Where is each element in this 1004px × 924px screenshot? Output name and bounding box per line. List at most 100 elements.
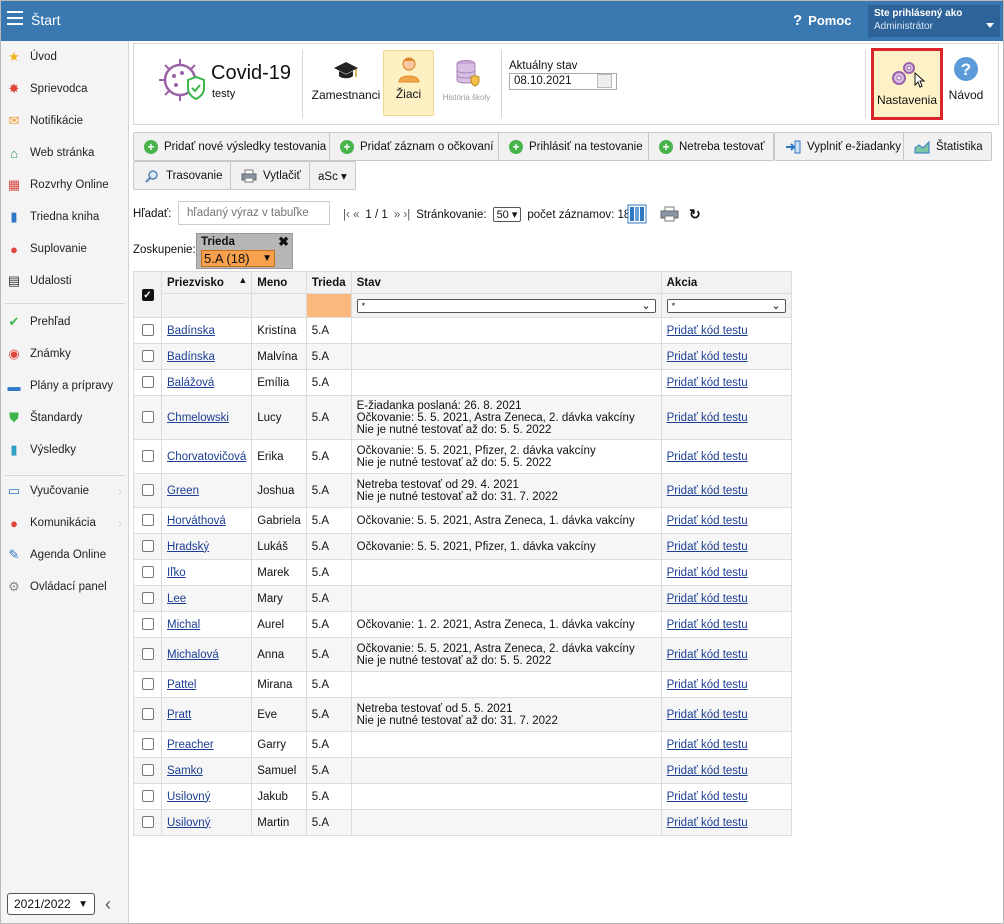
student-surname-link[interactable]: Badínska — [167, 325, 215, 337]
row-checkbox[interactable] — [141, 376, 154, 389]
sidebar-item-prehlad[interactable]: ✔ Prehľad — [1, 307, 128, 337]
add-test-code-link[interactable]: Pridať kód testu — [667, 649, 748, 661]
row-checkbox[interactable] — [141, 514, 154, 527]
add-test-code-link[interactable]: Pridať kód testu — [667, 351, 748, 363]
asc-menu-button[interactable]: aSc ▾ — [309, 161, 356, 190]
row-checkbox[interactable] — [141, 764, 154, 777]
row-checkbox[interactable] — [141, 411, 154, 424]
student-surname-link[interactable]: Usilovný — [167, 791, 210, 803]
row-checkbox[interactable] — [141, 350, 154, 363]
remove-grouping-icon[interactable]: ✖ — [278, 234, 289, 250]
header-trieda[interactable]: Trieda — [305, 271, 352, 294]
sidebar-item-uvod[interactable]: ★ Úvod — [1, 42, 128, 72]
calendar-icon[interactable] — [597, 74, 612, 88]
row-checkbox[interactable] — [141, 738, 154, 751]
header-stav[interactable]: Stav — [350, 271, 662, 294]
register-testing-button[interactable]: + Prihlásiť na testovanie — [498, 132, 652, 161]
sidebar-item-standardy[interactable]: ⛊ Štandardy — [1, 403, 128, 433]
row-checkbox[interactable] — [141, 484, 154, 497]
user-menu[interactable]: Ste prihlásený ako Administrátor — [868, 5, 1000, 37]
student-surname-link[interactable]: Horváthová — [167, 515, 226, 527]
search-input[interactable] — [178, 201, 330, 225]
sidebar-item-vysledky[interactable]: ▮ Výsledky — [1, 435, 128, 465]
student-surname-link[interactable]: Samko — [167, 765, 203, 777]
header-akcia[interactable]: Akcia — [660, 271, 792, 294]
student-surname-link[interactable]: Michalová — [167, 649, 219, 661]
grouping-value-select[interactable]: 5.A (18) ▼ — [201, 250, 275, 267]
row-checkbox[interactable] — [141, 324, 154, 337]
tab-historia-skoly[interactable]: História školy — [439, 50, 494, 116]
page-size-select[interactable]: 50 ▾ — [492, 207, 522, 222]
row-checkbox[interactable] — [141, 648, 154, 661]
add-test-code-link[interactable]: Pridať kód testu — [667, 791, 748, 803]
print-table-icon[interactable] — [660, 206, 679, 222]
school-year-select[interactable]: 2021/2022 ▼ — [7, 893, 95, 915]
add-test-code-link[interactable]: Pridať kód testu — [667, 739, 748, 751]
row-checkbox[interactable] — [141, 618, 154, 631]
settings-button[interactable]: Nastavenia — [871, 48, 943, 120]
student-surname-link[interactable]: Hradský — [167, 541, 209, 553]
header-priezvisko[interactable]: Priezvisko ▲ — [160, 271, 253, 294]
student-surname-link[interactable]: Iľko — [167, 567, 186, 579]
add-test-code-link[interactable]: Pridať kód testu — [667, 451, 748, 463]
add-test-code-link[interactable]: Pridať kód testu — [667, 593, 748, 605]
refresh-icon[interactable]: ↻ — [689, 206, 701, 223]
add-test-code-link[interactable]: Pridať kód testu — [667, 709, 748, 721]
add-test-code-link[interactable]: Pridať kód testu — [667, 679, 748, 691]
add-test-results-button[interactable]: + Pridať nové výsledky testovania — [133, 132, 336, 161]
student-surname-link[interactable]: Badínska — [167, 351, 215, 363]
sidebar-item-komunikacia[interactable]: ● Komunikácia › — [1, 508, 128, 538]
add-vaccination-button[interactable]: + Pridať záznam o očkovaní — [329, 132, 503, 161]
fill-request-button[interactable]: Vyplniť e-žiadanky — [774, 132, 911, 161]
sidebar-item-rozvrhy-online[interactable]: ▦ Rozvrhy Online — [1, 170, 128, 200]
add-test-code-link[interactable]: Pridať kód testu — [667, 817, 748, 829]
header-meno[interactable]: Meno — [251, 271, 307, 294]
sidebar-item-suplovanie[interactable]: ● Suplovanie — [1, 234, 128, 264]
add-test-code-link[interactable]: Pridať kód testu — [667, 567, 748, 579]
row-checkbox[interactable] — [141, 592, 154, 605]
select-all-checkbox[interactable]: ✓ — [133, 271, 162, 318]
add-test-code-link[interactable]: Pridať kód testu — [667, 541, 748, 553]
add-test-code-link[interactable]: Pridať kód testu — [667, 619, 748, 631]
add-test-code-link[interactable]: Pridať kód testu — [667, 515, 748, 527]
sidebar-item-agenda-online[interactable]: ✎ Agenda Online — [1, 540, 128, 570]
sidebar-item-plany-a-pripravy[interactable]: ▬ Plány a prípravy — [1, 371, 128, 401]
add-test-code-link[interactable]: Pridať kód testu — [667, 765, 748, 777]
sidebar-item-znamky[interactable]: ◉ Známky — [1, 339, 128, 369]
student-surname-link[interactable]: Pratt — [167, 709, 191, 721]
student-surname-link[interactable]: Balážová — [167, 377, 214, 389]
sidebar-item-udalosti[interactable]: ▤ Udalosti — [1, 266, 128, 296]
student-surname-link[interactable]: Chorvatovičová — [167, 451, 246, 463]
statistics-button[interactable]: Štatistika — [903, 132, 992, 161]
filter-akcia-select[interactable]: * ⌄ — [666, 298, 786, 313]
row-checkbox[interactable] — [141, 566, 154, 579]
student-surname-link[interactable]: Usilovný — [167, 817, 210, 829]
tracing-button[interactable]: Trasovanie — [133, 161, 232, 190]
student-surname-link[interactable]: Michal — [167, 619, 200, 631]
student-surname-link[interactable]: Preacher — [167, 739, 214, 751]
row-checkbox[interactable] — [141, 678, 154, 691]
row-checkbox[interactable] — [141, 450, 154, 463]
sidebar-item-notifikacie[interactable]: ✉ Notifikácie — [1, 106, 128, 136]
add-test-code-link[interactable]: Pridať kód testu — [667, 412, 748, 424]
row-checkbox[interactable] — [141, 816, 154, 829]
print-button[interactable]: Vytlačiť — [230, 161, 310, 190]
filter-stav-select[interactable]: * ⌄ — [356, 298, 656, 313]
add-test-code-link[interactable]: Pridať kód testu — [667, 377, 748, 389]
guide-button[interactable]: ? Návod — [946, 50, 986, 116]
help-button[interactable]: ? Pomoc — [793, 12, 852, 29]
tab-ziaci[interactable]: Žiaci — [383, 50, 434, 116]
pager-nav-next-last[interactable]: » ›| — [394, 209, 410, 221]
sidebar-item-sprievodca[interactable]: ✸ Sprievodca — [1, 74, 128, 104]
columns-icon[interactable] — [627, 204, 647, 224]
sidebar-item-ovladaci-panel[interactable]: ⚙ Ovládací panel — [1, 572, 128, 602]
student-surname-link[interactable]: Green — [167, 485, 199, 497]
student-surname-link[interactable]: Chmelowski — [167, 412, 229, 424]
student-surname-link[interactable]: Lee — [167, 593, 186, 605]
sidebar-item-web-stranka[interactable]: ⌂ Web stránka — [1, 138, 128, 168]
row-checkbox[interactable] — [141, 790, 154, 803]
student-surname-link[interactable]: Pattel — [167, 679, 196, 691]
no-testing-button[interactable]: + Netreba testovať — [648, 132, 774, 161]
sidebar-item-vyucovanie[interactable]: ▭ Vyučovanie › — [1, 476, 128, 506]
add-test-code-link[interactable]: Pridať kód testu — [667, 485, 748, 497]
